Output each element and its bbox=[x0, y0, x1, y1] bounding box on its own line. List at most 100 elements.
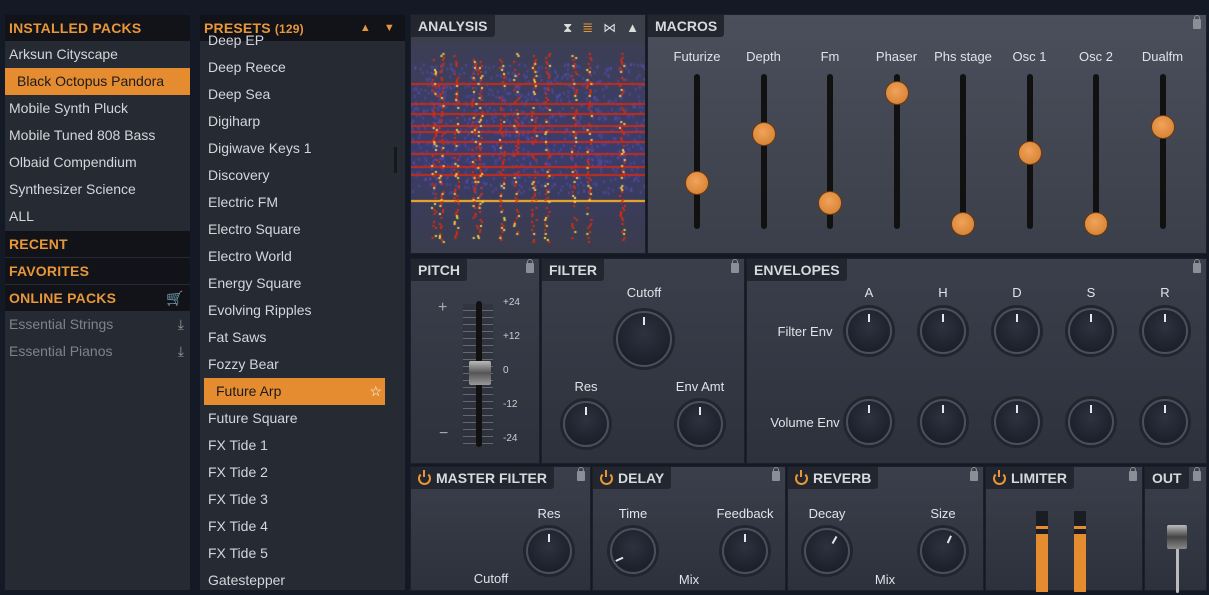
spectrogram-icon[interactable]: ≣ bbox=[582, 20, 593, 36]
preset-item[interactable]: FX Tide 1 bbox=[200, 432, 405, 459]
power-icon[interactable] bbox=[993, 469, 1006, 485]
env-amt-knob[interactable] bbox=[677, 401, 723, 447]
preset-item[interactable]: FX Tide 4 bbox=[200, 513, 405, 540]
macro-track[interactable] bbox=[760, 74, 767, 229]
delay-panel: DELAY Time Feedback Mix bbox=[592, 466, 786, 591]
macro-track[interactable] bbox=[1093, 74, 1099, 229]
res-label: Res bbox=[574, 379, 598, 394]
macro-slider-thumb[interactable] bbox=[751, 122, 776, 147]
time-knob[interactable] bbox=[610, 528, 656, 574]
macro-track[interactable] bbox=[1159, 74, 1166, 229]
lock-icon[interactable] bbox=[970, 467, 978, 481]
download-icon[interactable]: ⤓ bbox=[178, 311, 184, 338]
macro-slider-thumb[interactable] bbox=[685, 170, 709, 195]
env-column-label: A bbox=[864, 285, 874, 300]
preset-item[interactable]: Deep EP bbox=[200, 27, 405, 54]
master-res-knob[interactable] bbox=[526, 528, 572, 574]
lock-icon[interactable] bbox=[1193, 259, 1201, 273]
env-knob-a[interactable] bbox=[846, 308, 892, 354]
lock-icon[interactable] bbox=[577, 467, 585, 481]
env-knob-s[interactable] bbox=[1068, 399, 1114, 445]
pack-item[interactable]: Synthesizer Science bbox=[5, 176, 190, 203]
preset-item[interactable]: Energy Square bbox=[200, 270, 405, 297]
preset-item[interactable]: Future Square bbox=[200, 405, 405, 432]
env-knob-a[interactable] bbox=[846, 399, 892, 445]
spectrum-icon[interactable]: ▲ bbox=[626, 20, 639, 36]
pitch-tick-label: -24 bbox=[503, 433, 518, 444]
preset-item[interactable]: Gatestepper bbox=[200, 567, 405, 590]
macro-slider-thumb[interactable] bbox=[951, 212, 975, 237]
preset-item[interactable]: Discovery bbox=[200, 162, 405, 189]
out-slider-thumb[interactable] bbox=[1167, 525, 1187, 549]
env-knob-r[interactable] bbox=[1142, 308, 1188, 354]
online-pack-item[interactable]: Essential Pianos ⤓ bbox=[5, 338, 190, 365]
env-knob-h[interactable] bbox=[920, 308, 966, 354]
macro-slider-thumb[interactable] bbox=[1084, 212, 1108, 237]
res-knob[interactable] bbox=[563, 401, 609, 447]
preset-item[interactable]: Electro World bbox=[200, 243, 405, 270]
pitch-plus-button[interactable]: + bbox=[438, 299, 447, 317]
macro-track[interactable] bbox=[694, 74, 700, 229]
lock-icon[interactable] bbox=[1193, 15, 1201, 29]
env-knob-s[interactable] bbox=[1068, 308, 1114, 354]
pack-item[interactable]: Black Octopus Pandora bbox=[5, 68, 190, 95]
pack-item[interactable]: Mobile Synth Pluck bbox=[5, 95, 190, 122]
pack-item[interactable]: ALL bbox=[5, 203, 190, 230]
macro-track[interactable] bbox=[960, 74, 966, 229]
preset-label: Discovery bbox=[208, 167, 270, 183]
presets-scrollbar[interactable] bbox=[394, 147, 397, 173]
lock-icon[interactable] bbox=[1193, 467, 1201, 481]
lock-icon[interactable] bbox=[772, 467, 780, 481]
recent-header[interactable]: RECENT bbox=[5, 231, 190, 257]
macro-slider-thumb[interactable] bbox=[1017, 141, 1042, 166]
online-pack-item[interactable]: Essential Strings ⤓ bbox=[5, 311, 190, 338]
feedback-knob[interactable] bbox=[722, 528, 768, 574]
online-packs-label: ONLINE PACKS bbox=[9, 290, 117, 306]
pack-item[interactable]: Mobile Tuned 808 Bass bbox=[5, 122, 190, 149]
favorites-header[interactable]: FAVORITES bbox=[5, 258, 190, 284]
decay-knob[interactable] bbox=[804, 528, 850, 574]
macro-slider-thumb[interactable] bbox=[1150, 114, 1175, 139]
cart-icon[interactable]: 🛒 bbox=[166, 285, 184, 311]
preset-item[interactable]: Deep Reece bbox=[200, 54, 405, 81]
preset-item[interactable]: Digiwave Keys 1 bbox=[200, 135, 405, 162]
preset-item[interactable]: Future Arp ☆ bbox=[204, 378, 385, 405]
favorite-star-icon[interactable]: ☆ bbox=[369, 378, 382, 405]
pack-item[interactable]: Olbaid Compendium bbox=[5, 149, 190, 176]
size-knob[interactable] bbox=[920, 528, 966, 574]
lock-icon[interactable] bbox=[526, 259, 534, 273]
pitch-minus-button[interactable]: − bbox=[439, 425, 448, 443]
env-knob-h[interactable] bbox=[920, 399, 966, 445]
preset-item[interactable]: Digiharp bbox=[200, 108, 405, 135]
power-icon[interactable] bbox=[795, 469, 808, 485]
online-packs-header[interactable]: ONLINE PACKS 🛒 bbox=[5, 285, 190, 311]
cutoff-knob[interactable] bbox=[616, 311, 672, 367]
preset-item[interactable]: Evolving Ripples bbox=[200, 297, 405, 324]
preset-label: Future Square bbox=[208, 410, 298, 426]
macro-slider-thumb[interactable] bbox=[884, 80, 909, 105]
preset-item[interactable]: Electric FM bbox=[200, 189, 405, 216]
lock-icon[interactable] bbox=[1129, 467, 1137, 481]
power-icon[interactable] bbox=[600, 469, 613, 485]
preset-item[interactable]: Fat Saws bbox=[200, 324, 405, 351]
pack-item[interactable]: Arksun Cityscape bbox=[5, 41, 190, 68]
waveform-icon[interactable]: ⧗ bbox=[563, 20, 572, 36]
preset-item[interactable]: Fozzy Bear bbox=[200, 351, 405, 378]
macro-slider-thumb[interactable] bbox=[818, 190, 842, 215]
preset-item[interactable]: FX Tide 2 bbox=[200, 459, 405, 486]
preset-label: Electric FM bbox=[208, 194, 278, 210]
env-knob-r[interactable] bbox=[1142, 399, 1188, 445]
stereo-icon[interactable]: ⋈ bbox=[603, 20, 616, 36]
power-icon[interactable] bbox=[418, 469, 431, 485]
lock-icon[interactable] bbox=[731, 259, 739, 273]
env-knob-d[interactable] bbox=[994, 399, 1040, 445]
preset-item[interactable]: Deep Sea bbox=[200, 81, 405, 108]
preset-label: Deep Reece bbox=[208, 59, 286, 75]
preset-item[interactable]: FX Tide 3 bbox=[200, 486, 405, 513]
envelopes-title: ENVELOPES bbox=[747, 259, 847, 281]
preset-item[interactable]: FX Tide 5 bbox=[200, 540, 405, 567]
pitch-slider-thumb[interactable] bbox=[469, 361, 491, 385]
download-icon[interactable]: ⤓ bbox=[178, 338, 184, 365]
preset-item[interactable]: Electro Square bbox=[200, 216, 405, 243]
env-knob-d[interactable] bbox=[994, 308, 1040, 354]
